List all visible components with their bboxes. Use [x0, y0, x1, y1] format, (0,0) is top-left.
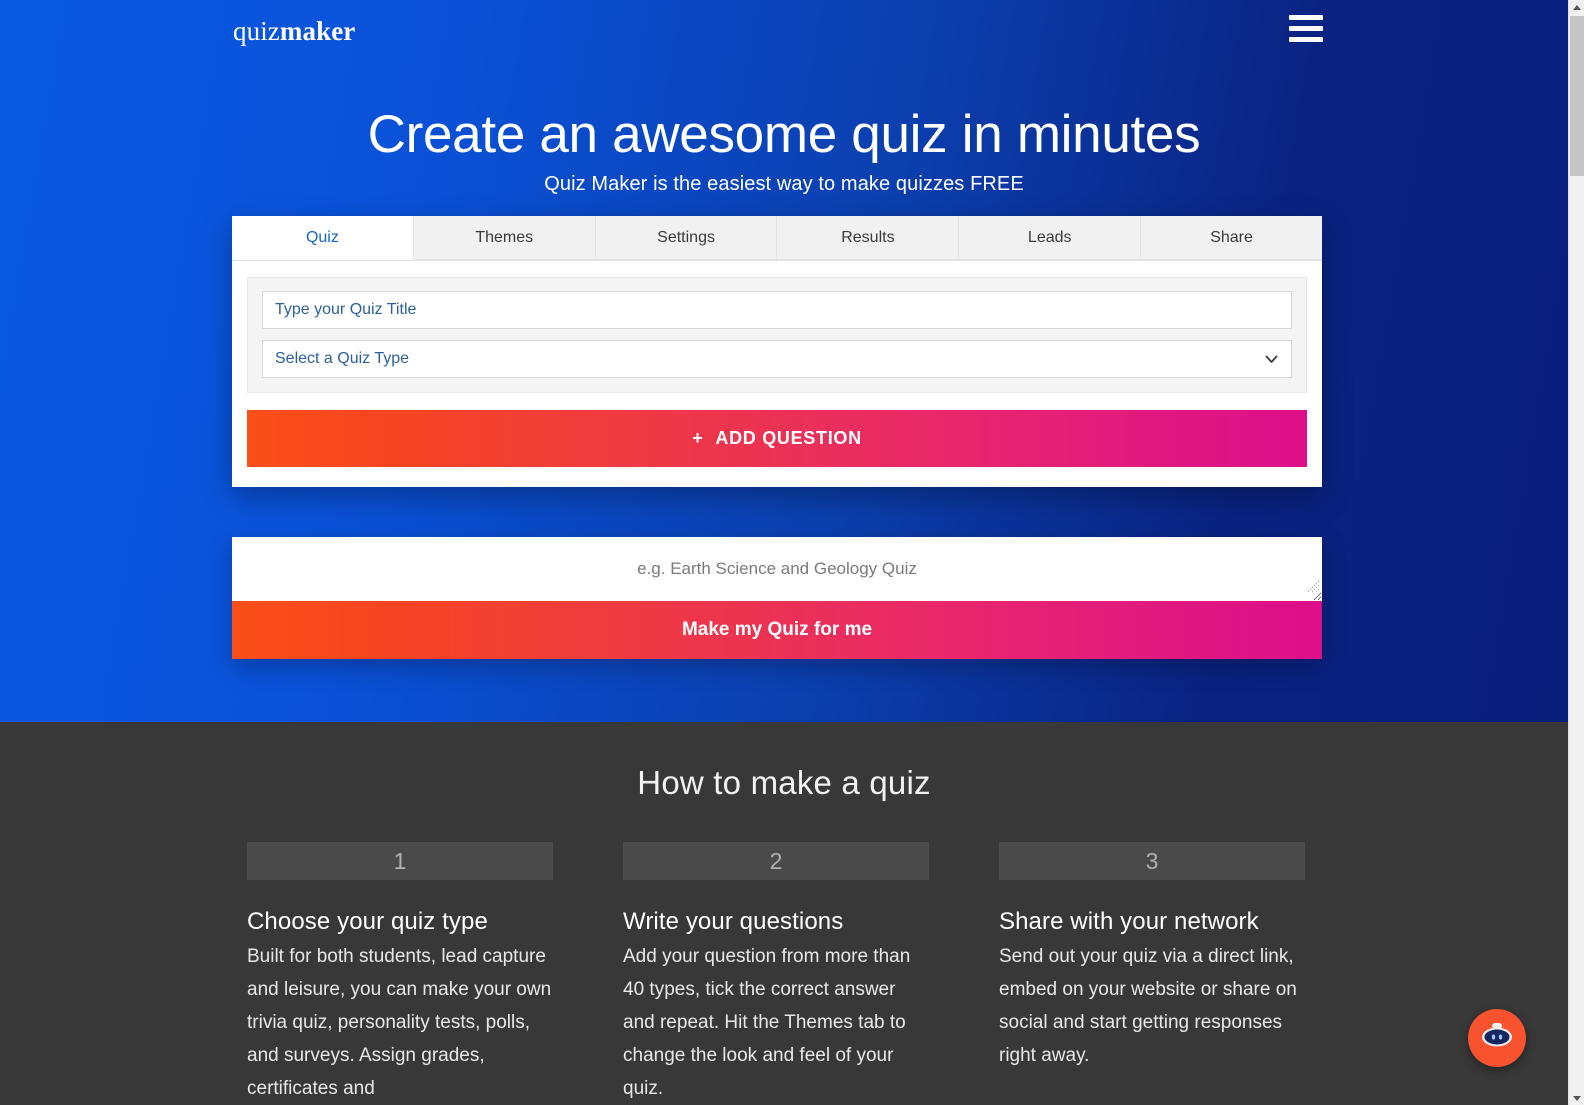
quiz-builder-tabs: Quiz Themes Settings Results Leads Share — [232, 216, 1322, 261]
hero-section: quizmaker Create an awesome quiz in minu… — [0, 0, 1568, 722]
tab-quiz[interactable]: Quiz — [232, 216, 414, 260]
page-viewport: quizmaker Create an awesome quiz in minu… — [0, 0, 1568, 1105]
quiz-builder-card: Quiz Themes Settings Results Leads Share… — [232, 216, 1322, 487]
logo-text-light: quiz — [233, 16, 280, 46]
how-to-title: How to make a quiz — [637, 764, 931, 801]
scrollbar-thumb[interactable] — [1570, 16, 1584, 176]
step-description: Add your question from more than 40 type… — [623, 946, 911, 1099]
tab-share[interactable]: Share — [1141, 216, 1322, 260]
quiz-type-selected-label: Select a Quiz Type — [275, 350, 409, 367]
logo-text-bold: maker — [279, 16, 356, 46]
step-number-badge: 2 — [623, 842, 929, 880]
tab-settings[interactable]: Settings — [595, 216, 778, 260]
quiz-builder-body: Select a Quiz Type + ADD QUESTION — [232, 261, 1322, 487]
how-to-step-2: 2 Write your questions Add your question… — [623, 842, 929, 1105]
add-question-label: ADD QUESTION — [715, 428, 862, 448]
scroll-up-triangle — [1573, 4, 1581, 10]
site-logo[interactable]: quizmaker — [233, 16, 355, 47]
scroll-up-arrow-icon[interactable] — [1569, 0, 1584, 14]
ai-quiz-generator-block: Make my Quiz for me — [232, 537, 1322, 659]
chat-widget-button[interactable] — [1468, 1009, 1526, 1067]
step-description: Built for both students, lead capture an… — [247, 946, 552, 1099]
browser-scrollbar[interactable] — [1568, 0, 1584, 1105]
tab-leads[interactable]: Leads — [959, 216, 1142, 260]
how-to-step-3: 3 Share with your network Send out your … — [999, 842, 1305, 1105]
step-title: Choose your quiz type — [247, 908, 488, 935]
how-to-steps: 1 Choose your quiz type Built for both s… — [0, 842, 1568, 1105]
step-title: Write your questions — [623, 908, 844, 935]
robot-chat-icon — [1479, 1021, 1515, 1056]
hamburger-bar — [1289, 37, 1323, 42]
quiz-type-select[interactable]: Select a Quiz Type — [262, 340, 1292, 378]
step-number-badge: 3 — [999, 842, 1305, 880]
plus-icon: + — [692, 428, 704, 448]
step-title: Share with your network — [999, 908, 1259, 935]
ai-prompt-textarea[interactable] — [232, 537, 1322, 601]
hamburger-icon[interactable] — [1289, 15, 1323, 42]
quiz-fields-group: Select a Quiz Type — [247, 277, 1307, 393]
hamburger-bar — [1289, 26, 1323, 31]
hamburger-bar — [1289, 15, 1323, 20]
hero-headline: Create an awesome quiz in minutes — [367, 105, 1201, 164]
quiz-title-input[interactable] — [262, 291, 1292, 329]
tab-results[interactable]: Results — [777, 216, 960, 260]
step-description: Send out your quiz via a direct link, em… — [999, 946, 1297, 1066]
how-to-section: How to make a quiz 1 Choose your quiz ty… — [0, 722, 1568, 1105]
step-number-badge: 1 — [247, 842, 553, 880]
quiz-type-select-wrapper: Select a Quiz Type — [262, 340, 1292, 378]
add-question-button[interactable]: + ADD QUESTION — [247, 410, 1307, 467]
how-to-step-1: 1 Choose your quiz type Built for both s… — [247, 842, 553, 1105]
scroll-down-arrow-icon[interactable] — [1569, 1091, 1584, 1105]
tab-themes[interactable]: Themes — [413, 216, 596, 260]
scroll-down-triangle — [1573, 1095, 1581, 1101]
hero-subheadline: Quiz Maker is the easiest way to make qu… — [544, 173, 1024, 196]
make-my-quiz-button[interactable]: Make my Quiz for me — [232, 601, 1322, 659]
top-navigation-bar: quizmaker — [0, 0, 1568, 62]
